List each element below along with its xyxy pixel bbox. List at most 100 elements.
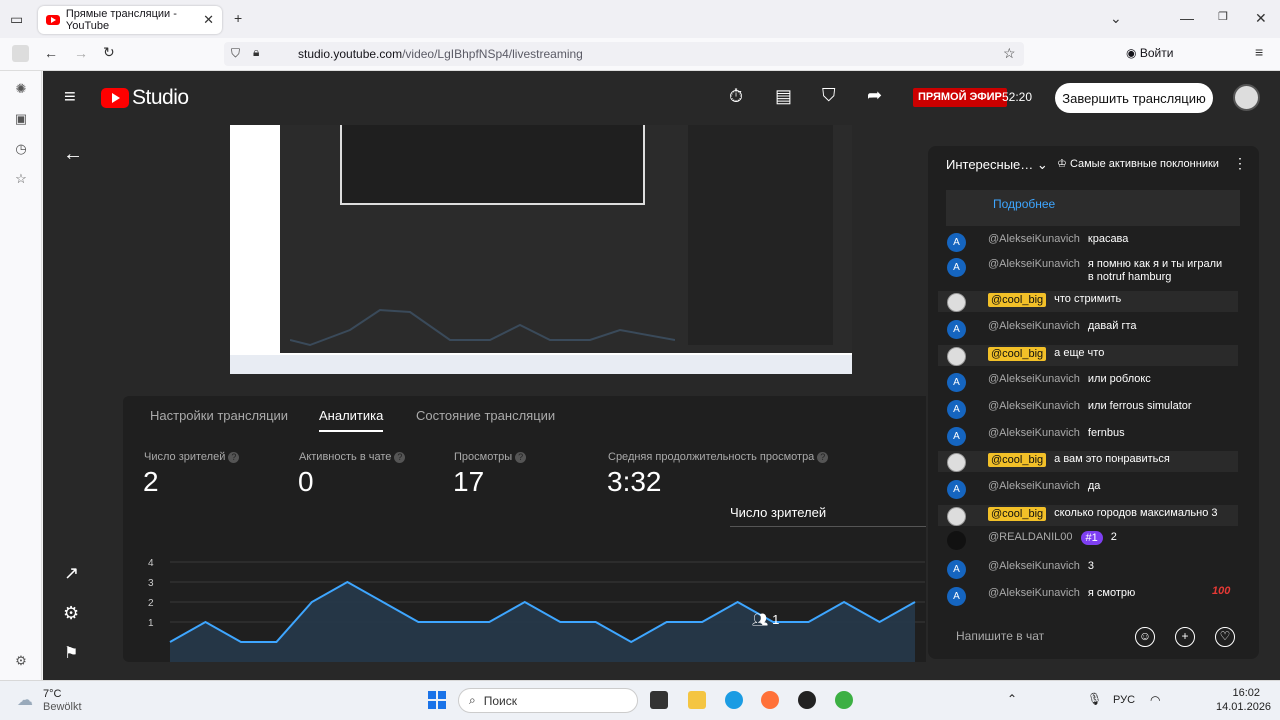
help-icon[interactable]: ? (817, 452, 829, 463)
language-indicator[interactable]: РУС (1113, 694, 1135, 706)
microphone-icon[interactable]: 🎙︎ (1087, 692, 1102, 706)
chat-message[interactable]: @cool_big что стримить (938, 291, 1238, 312)
chat-message[interactable]: A @AlekseiKunavich я смотрю (938, 587, 1238, 606)
chat-author[interactable]: @AlekseiKunavich (988, 400, 1080, 412)
chat-avatar[interactable] (947, 293, 966, 312)
tab-stream-health[interactable]: Состояние трансляции (416, 408, 555, 423)
help-icon[interactable]: ? (394, 452, 406, 463)
forward-icon[interactable]: → (74, 45, 88, 61)
chevron-down-icon[interactable]: ⌄ (1110, 10, 1122, 27)
popout-icon[interactable]: ↗ (64, 563, 79, 584)
bookmarks-icon[interactable]: ☆ (13, 171, 29, 187)
chat-message[interactable]: A @AlekseiKunavich fernbus (938, 427, 1238, 446)
task-view-icon[interactable] (650, 691, 668, 709)
wifi-icon[interactable]: ◠ (1150, 693, 1160, 707)
chat-message[interactable]: @REALDANIL00 #1 2 (938, 531, 1238, 550)
add-icon[interactable]: + (1175, 627, 1195, 647)
menu-icon[interactable]: ≡ (1255, 44, 1263, 60)
chat-author[interactable]: @AlekseiKunavich (988, 560, 1080, 572)
settings-gear-icon[interactable]: ⚙ (63, 603, 79, 624)
close-tab-icon[interactable]: ✕ (203, 12, 214, 28)
obs-icon[interactable] (798, 691, 816, 709)
sign-in-button[interactable]: ◉ Войти (1126, 46, 1173, 60)
studio-logo[interactable]: Studio (101, 86, 189, 110)
chat-avatar[interactable]: A (947, 373, 966, 392)
chat-mode-dropdown[interactable]: Интересные… ⌄ (946, 157, 1048, 173)
chat-author[interactable]: @cool_big (988, 347, 1047, 361)
taskbar-search[interactable]: ⌕ Поиск (458, 688, 638, 713)
firefox-icon[interactable] (761, 691, 779, 709)
shield-icon[interactable]: ⛉ (231, 46, 240, 61)
help-icon[interactable]: ? (515, 452, 527, 463)
chat-input[interactable]: Напишите в чат (946, 622, 1136, 650)
chat-author[interactable]: @AlekseiKunavich (988, 258, 1080, 270)
weather-icon[interactable]: ☁ (17, 690, 33, 710)
reload-icon[interactable]: ↻ (103, 44, 115, 61)
chat-avatar[interactable]: A (947, 427, 966, 446)
new-tab-icon[interactable]: + (234, 10, 242, 26)
top-fans-filter[interactable]: ♔ Самые активные поклонники (1057, 157, 1219, 170)
chat-message[interactable]: A @AlekseiKunavich 3 (938, 560, 1238, 579)
end-stream-button[interactable]: Завершить трансляцию (1055, 83, 1213, 113)
emoji-icon[interactable]: ☺ (1135, 627, 1155, 647)
share-icon[interactable]: ➦ (867, 85, 882, 106)
settings-icon[interactable]: ⚙ (13, 653, 29, 669)
chat-avatar[interactable]: A (947, 233, 966, 252)
weather-temp[interactable]: 7°C (43, 688, 61, 700)
chat-message[interactable]: A @AlekseiKunavich я помню как я и ты игра… (938, 258, 1228, 284)
windows-start-icon[interactable] (428, 691, 446, 709)
chat-avatar[interactable]: A (947, 258, 966, 277)
chat-message[interactable]: A @AlekseiKunavich или ferrous simulator (938, 400, 1238, 419)
chat-author[interactable]: @AlekseiKunavich (988, 233, 1080, 245)
chat-avatar[interactable] (947, 531, 966, 550)
close-window-icon[interactable]: ✕ (1255, 10, 1267, 27)
avatar[interactable] (1233, 84, 1260, 111)
tab-analytics[interactable]: Аналитика (319, 408, 383, 423)
feedback-icon[interactable]: ⚑ (64, 643, 78, 663)
chat-message[interactable]: A @AlekseiKunavich красава (938, 233, 1238, 252)
heart-icon[interactable]: ♡ (1215, 627, 1235, 647)
chat-author[interactable]: @AlekseiKunavich (988, 320, 1080, 332)
help-icon[interactable]: ? (228, 452, 240, 463)
chat-avatar[interactable] (947, 347, 966, 366)
chat-author[interactable]: @cool_big (988, 453, 1047, 467)
back-icon[interactable]: ← (44, 45, 58, 61)
hamburger-menu-icon[interactable]: ≡ (64, 86, 76, 109)
chat-message[interactable]: @cool_big а еще что (938, 345, 1238, 366)
chat-message[interactable]: A @AlekseiKunavich или роблокс (938, 373, 1238, 392)
chat-message[interactable]: @cool_big а вам это понравиться (938, 451, 1238, 472)
chat-author[interactable]: @AlekseiKunavich (988, 480, 1080, 492)
clock-time[interactable]: 16:02 (1218, 687, 1260, 699)
chat-author[interactable]: @cool_big (988, 293, 1047, 307)
chat-avatar[interactable]: A (947, 587, 966, 606)
learn-more-link[interactable]: Подробнее (993, 197, 1055, 211)
chat-avatar[interactable]: A (947, 480, 966, 499)
chat-message[interactable]: A @AlekseiKunavich давай гта (938, 320, 1238, 339)
chat-avatar[interactable] (947, 453, 966, 472)
chat-author[interactable]: @cool_big (988, 507, 1047, 521)
metric-dropdown[interactable]: Число зрителей (730, 505, 926, 527)
chat-author[interactable]: @AlekseiKunavich (988, 427, 1080, 439)
utorrent-icon[interactable] (835, 691, 853, 709)
back-arrow-icon[interactable]: ← (63, 143, 83, 166)
clapperboard-icon[interactable]: ▤ (775, 86, 792, 107)
history-icon[interactable]: ◷ (13, 141, 29, 157)
chat-author[interactable]: @REALDANIL00 (988, 531, 1073, 543)
chat-message[interactable]: @cool_big сколько городов максимально 3 (938, 505, 1238, 526)
address-bar[interactable]: studio.youtube.com/video/LgIBhpfNSp4/liv… (224, 42, 1024, 66)
chat-author[interactable]: @AlekseiKunavich (988, 373, 1080, 385)
bookmark-icon[interactable]: ⛉ (822, 85, 836, 106)
maximize-icon[interactable]: ❐ (1218, 10, 1228, 23)
chat-avatar[interactable]: A (947, 320, 966, 339)
tab-list-icon[interactable]: ▭ (10, 11, 23, 28)
bookmark-star-icon[interactable]: ☆ (1003, 45, 1016, 62)
sidebar-toggle-icon[interactable] (12, 45, 29, 62)
file-explorer-icon[interactable] (688, 691, 706, 709)
chat-author[interactable]: @AlekseiKunavich (988, 587, 1080, 599)
more-options-icon[interactable]: ⋮ (1233, 155, 1247, 172)
ai-chat-icon[interactable]: ✺ (13, 81, 29, 97)
chat-avatar[interactable]: A (947, 400, 966, 419)
edge-icon[interactable] (725, 691, 743, 709)
chat-message[interactable]: A @AlekseiKunavich да (938, 480, 1238, 499)
timer-icon[interactable]: ⏱ (729, 86, 743, 107)
